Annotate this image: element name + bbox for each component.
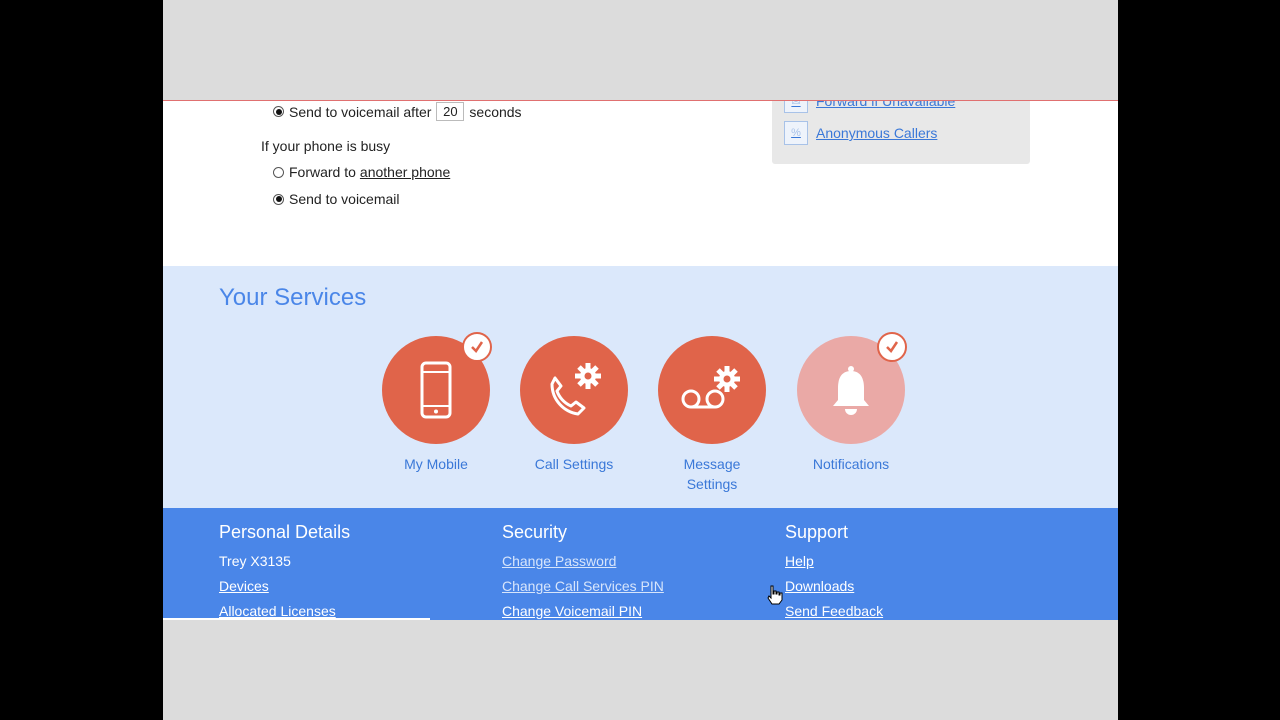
top-gray-area — [163, 0, 1118, 101]
forward-if-unavailable-label: Forward if Unavailable — [816, 101, 956, 109]
forward-icon: ✉ — [784, 101, 808, 113]
voicemail-after-label: Send to voicemail after — [289, 103, 432, 120]
footer-support: Support Help Downloads Send Feedback — [785, 522, 883, 620]
checkmark-icon — [471, 341, 484, 353]
my-mobile-button[interactable] — [382, 332, 492, 444]
call-forwarding-section: Send to voicemail after seconds If your … — [163, 101, 1118, 266]
support-title: Support — [785, 522, 849, 542]
anonymous-icon: % — [784, 121, 808, 145]
busy-heading: If your phone is busy — [261, 138, 391, 154]
checkmark-icon — [886, 341, 899, 353]
call-settings-button[interactable] — [520, 336, 628, 444]
busy-voicemail-option[interactable]: Send to voicemail — [273, 191, 400, 207]
phone-gear-icon — [550, 363, 601, 416]
message-settings-button[interactable] — [658, 336, 766, 444]
message-settings-label-line1: Message — [683, 456, 741, 472]
busy-forward-radio[interactable] — [273, 166, 284, 178]
mobile-phone-icon — [420, 361, 452, 419]
hand-cursor-icon — [767, 585, 783, 605]
forward-if-unavailable-link[interactable]: ✉ Forward if Unavailable — [784, 101, 955, 113]
service-notifications[interactable]: Notifications — [796, 332, 907, 474]
seconds-input[interactable] — [436, 102, 465, 121]
busy-voicemail-label: Send to voicemail — [289, 191, 400, 207]
notifications-label[interactable]: Notifications — [813, 456, 889, 472]
devices-link[interactable]: Devices — [219, 578, 350, 603]
services-title: Your Services — [219, 284, 367, 311]
busy-forward-label: Forward to — [289, 164, 356, 180]
message-settings-label-line2: Settings — [686, 476, 738, 492]
your-services-section: Your Services My Mobile Call Settings Me… — [163, 266, 1118, 508]
busy-forward-option[interactable]: Forward to another phone — [273, 164, 450, 180]
change-password-link[interactable]: Change Password — [502, 553, 664, 578]
change-call-services-pin-link[interactable]: Change Call Services PIN — [502, 578, 664, 603]
personal-details-title: Personal Details — [219, 522, 351, 542]
security-title: Security — [502, 522, 568, 542]
side-panel: ✉ Forward if Unavailable % Anonymous Cal… — [772, 101, 1030, 164]
another-phone-link[interactable]: another phone — [360, 164, 450, 180]
message-settings-label[interactable]: Message Settings — [657, 454, 767, 494]
change-voicemail-pin-link[interactable]: Change Voicemail PIN — [502, 603, 664, 620]
service-call-settings[interactable]: Call Settings — [519, 336, 629, 474]
send-feedback-link[interactable]: Send Feedback — [785, 603, 883, 620]
notifications-check-badge — [877, 332, 907, 362]
help-link[interactable]: Help — [785, 553, 883, 578]
anonymous-callers-link[interactable]: % Anonymous Callers — [784, 121, 937, 145]
bottom-gray-area — [163, 620, 1118, 720]
notifications-button[interactable] — [797, 332, 907, 444]
footer: Personal Details Trey X3135 Devices Allo… — [163, 508, 1118, 620]
footer-security: Security Change Password Change Call Ser… — [502, 522, 664, 620]
service-message-settings[interactable]: Message Settings — [657, 336, 767, 494]
bell-icon — [833, 366, 869, 415]
service-my-mobile[interactable]: My Mobile — [381, 332, 492, 474]
busy-voicemail-radio[interactable] — [273, 193, 284, 205]
browser-viewport: Send to voicemail after seconds If your … — [163, 0, 1118, 720]
call-settings-label[interactable]: Call Settings — [519, 454, 629, 474]
voicemail-after-radio[interactable] — [273, 106, 284, 117]
footer-personal-details: Personal Details Trey X3135 Devices Allo… — [219, 522, 350, 620]
voicemail-gear-icon — [681, 366, 740, 409]
anonymous-callers-label: Anonymous Callers — [816, 125, 938, 141]
user-name: Trey X3135 — [219, 553, 291, 569]
downloads-link[interactable]: Downloads — [785, 578, 883, 603]
seconds-label: seconds — [469, 103, 522, 120]
voicemail-after-option[interactable]: Send to voicemail after seconds — [273, 102, 522, 121]
my-mobile-check-badge — [462, 332, 492, 362]
my-mobile-label[interactable]: My Mobile — [381, 454, 491, 474]
